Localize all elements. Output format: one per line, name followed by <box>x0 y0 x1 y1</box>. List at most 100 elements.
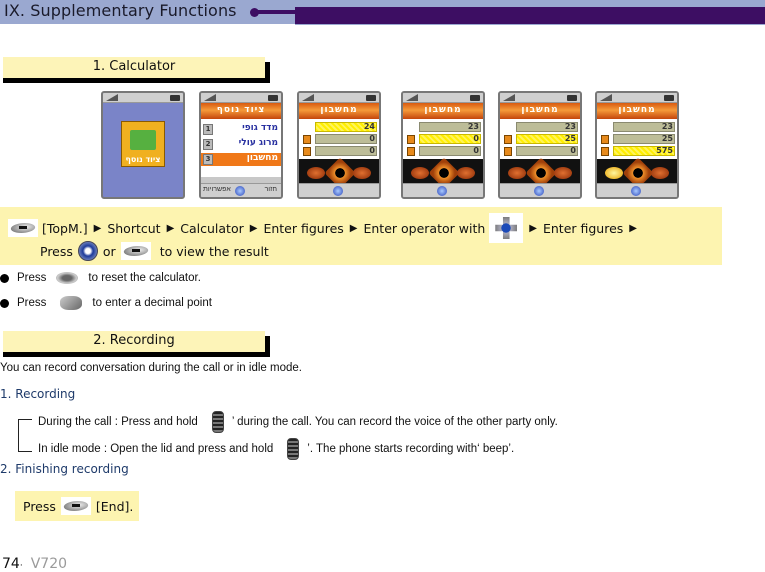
status-bar <box>299 93 379 103</box>
tip-text: to enter a decimal point <box>92 297 212 309</box>
navigation-key-icon <box>489 213 524 243</box>
bullet-icon <box>0 273 9 283</box>
calc-value: 0 <box>473 146 479 155</box>
battery-icon <box>366 95 376 101</box>
record-key-icon <box>211 411 224 433</box>
clear-key-icon <box>56 272 79 284</box>
phone-screen-menu: ציוד נוסף <box>101 91 185 199</box>
calculator-instructions: [TopM.] ▶ Shortcut ▶ Calculator ▶ Enter … <box>0 207 722 265</box>
calc-value: 575 <box>656 146 673 155</box>
screen-header: מחשבון <box>500 103 580 119</box>
calc-value: 23 <box>467 122 479 131</box>
tip-decimal: Press to enter a decimal point <box>0 296 212 310</box>
list-item-selected: 3 מחשבון <box>201 153 281 166</box>
instruction-line-2: Press or to view the result <box>40 241 269 261</box>
screen-title: מחשבון <box>424 105 462 115</box>
step-topm: [TopM.] <box>42 220 88 236</box>
or-label: or <box>102 243 116 259</box>
page-number: 74 <box>2 556 20 572</box>
chapter-title: IX. Supplementary Functions <box>4 1 237 20</box>
header-underline <box>295 24 765 25</box>
folder-icon <box>130 130 156 150</box>
calc-value: 23 <box>661 122 673 131</box>
end-key-icon <box>60 497 91 515</box>
header-bullet-dot <box>250 8 259 17</box>
ok-key-icon <box>508 167 526 179</box>
screen-header: מחשבון <box>597 103 677 119</box>
calc-row: 0 <box>315 146 377 156</box>
screen-title: מחשבון <box>521 105 559 115</box>
arrow-right-icon: ▶ <box>629 222 637 234</box>
signal-icon <box>204 94 216 101</box>
status-bar <box>103 93 183 103</box>
clear-key-icon <box>353 167 371 179</box>
list-item: 2 מרוג עולי <box>201 138 281 151</box>
nav-key-icon <box>437 186 447 196</box>
tab-shadow <box>3 352 270 357</box>
view-result-label: to view the result <box>159 243 269 259</box>
calc-value: 25 <box>661 134 673 143</box>
during-call-text: During the call : Press and hold <box>38 416 198 428</box>
tip-text: to reset the calculator. <box>88 272 201 284</box>
calc-row: 24 <box>315 122 377 132</box>
softkey-left-label: אפשרויות <box>203 186 231 193</box>
operator-icon <box>303 147 311 156</box>
ok-key-icon <box>307 167 325 179</box>
step-enter-figures: Enter figures <box>542 220 624 236</box>
step-enter-figures: Enter figures <box>263 220 344 236</box>
phone-screen-calc-4: מחשבון 23 25 575 <box>595 91 679 199</box>
calc-row: 23 <box>516 122 578 132</box>
signal-icon <box>600 94 612 101</box>
calc-display: 24 0 0 <box>299 119 379 159</box>
section-title-text: 1. Calculator <box>92 59 176 74</box>
calc-row: 0 <box>516 146 578 156</box>
phone-screen-list: ציוד נוסף 1 מדד גופי 2 מרוג עולי 3 מחשבון א… <box>199 91 283 199</box>
battery-icon <box>470 95 480 101</box>
item-number: 1 <box>203 124 213 135</box>
during-call-text-end: ’ during the call. You can record the vo… <box>231 416 558 428</box>
tip-reset: Press to reset the calculator. <box>0 272 201 284</box>
calc-row: 0 <box>315 134 377 144</box>
step-shortcut: Shortcut <box>107 220 161 236</box>
subheading-finishing: 2. Finishing recording <box>0 462 129 476</box>
softkey-bar: אפשרויות חזור <box>201 183 281 197</box>
calc-row: 23 <box>419 122 481 132</box>
item-number: 2 <box>203 139 213 150</box>
operator-icon <box>303 135 311 144</box>
nav-key-icon <box>235 186 245 196</box>
calc-row: 0 <box>419 146 481 156</box>
arrow-right-icon: ▶ <box>349 222 358 234</box>
arrow-right-icon: ▶ <box>166 222 175 234</box>
operator-icon <box>504 135 512 144</box>
finish-instruction: Press [End]. <box>15 491 139 521</box>
battery-icon <box>567 95 577 101</box>
tip-prefix: Press <box>17 272 47 284</box>
signal-icon <box>106 94 118 101</box>
header-connector-line <box>255 10 295 14</box>
screen-header: מחשבון <box>403 103 483 119</box>
ok-key-icon <box>77 241 98 261</box>
battery-icon <box>170 95 180 101</box>
signal-icon <box>302 94 314 101</box>
calc-value: 23 <box>564 122 576 131</box>
menu-softkey-icon <box>120 242 151 260</box>
calc-value: 0 <box>369 134 375 143</box>
organizer-menu-icon: ציוד נוסף <box>121 121 165 167</box>
item-label: מחשבון <box>246 153 278 163</box>
nav-key-icon <box>631 186 641 196</box>
calc-value: 25 <box>564 134 576 143</box>
operator-icon <box>601 147 609 156</box>
calc-value: 0 <box>570 146 576 155</box>
screen-header: ציוד נוסף <box>201 103 281 119</box>
subheading-recording: 1. Recording <box>0 387 76 401</box>
step-enter-operator: Enter operator with <box>363 220 486 236</box>
operator-icon <box>407 135 415 144</box>
star-key-icon <box>60 296 83 310</box>
calc-row: 0 <box>419 134 481 144</box>
battery-icon <box>664 95 674 101</box>
nav-key-icon <box>333 186 343 196</box>
screen-header: מחשבון <box>299 103 379 119</box>
calc-row: 23 <box>613 122 675 132</box>
idle-mode-text: In idle mode : Open the lid and press an… <box>38 443 274 455</box>
status-bar <box>201 93 281 103</box>
